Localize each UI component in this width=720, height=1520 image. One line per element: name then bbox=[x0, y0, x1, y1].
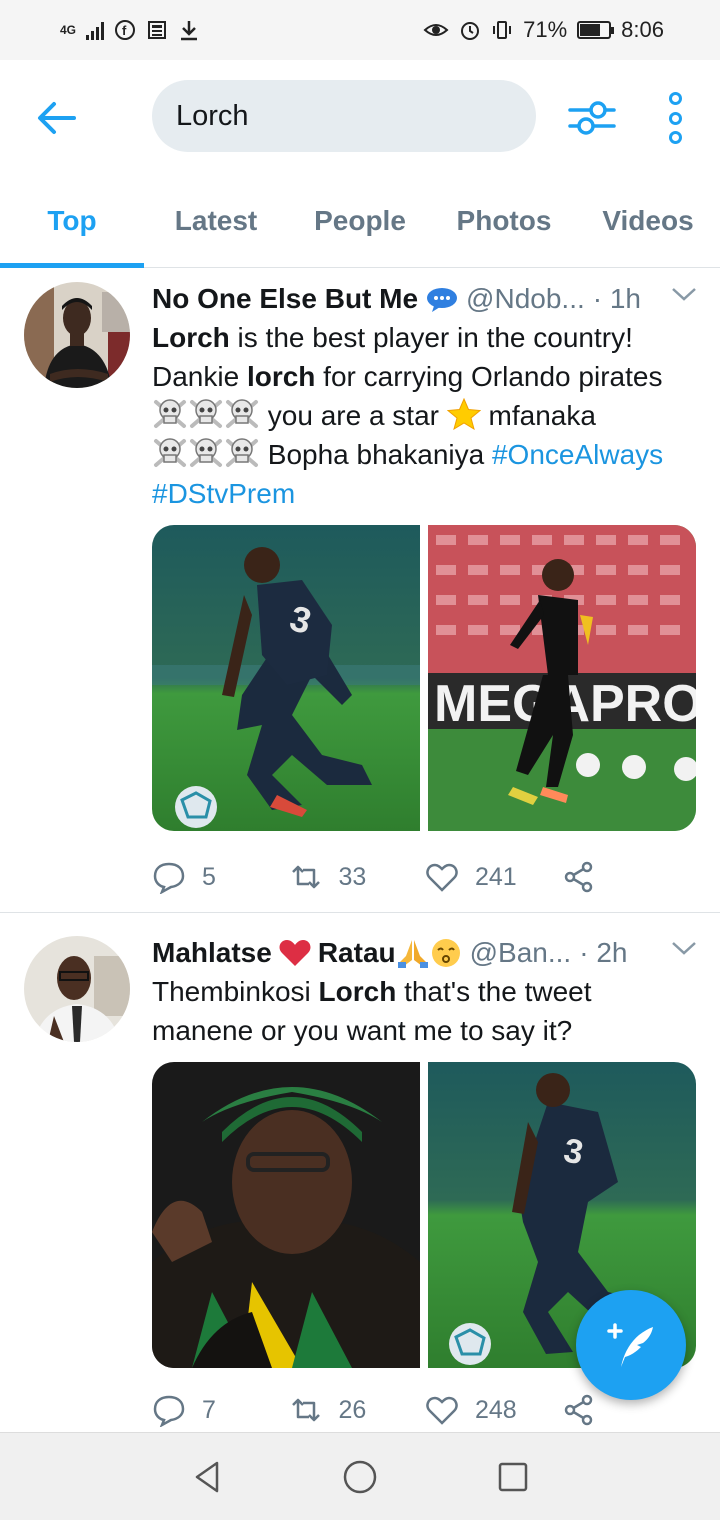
tab-photos[interactable]: Photos bbox=[432, 175, 576, 267]
reply-count: 7 bbox=[202, 1395, 216, 1424]
retweet-button[interactable]: 33 bbox=[289, 860, 426, 894]
download-icon bbox=[181, 21, 198, 41]
clock: 8:06 bbox=[621, 17, 664, 42]
skull-crossbones-emoji-icon bbox=[152, 399, 260, 431]
tweet-header: No One Else But Me @Ndob... · 1h bbox=[152, 282, 698, 316]
photo-player-training[interactable]: MEGAPRO bbox=[428, 525, 696, 831]
retweet-count: 33 bbox=[338, 862, 367, 891]
more-options-icon[interactable] bbox=[660, 92, 690, 144]
heart-icon bbox=[426, 1396, 458, 1425]
tab-people[interactable]: People bbox=[288, 175, 432, 267]
tweet-actions: 5 33 241 bbox=[152, 859, 698, 895]
hashtag-link[interactable]: #OnceAlways bbox=[492, 439, 663, 470]
text-segment: mfanaka bbox=[480, 400, 596, 431]
vibrate-icon bbox=[493, 21, 512, 39]
battery-icon bbox=[577, 21, 615, 39]
like-count: 248 bbox=[475, 1395, 517, 1424]
tab-videos[interactable]: Videos bbox=[576, 175, 720, 267]
reply-button[interactable]: 5 bbox=[152, 860, 289, 894]
text-segment: Bopha bhakaniya bbox=[260, 439, 492, 470]
tweet-text: Lorch is the best player in the country!… bbox=[152, 318, 698, 513]
eye-comfort-icon bbox=[423, 24, 449, 36]
search-header: Lorch bbox=[0, 60, 720, 175]
photo-man-in-cap[interactable] bbox=[152, 1062, 420, 1368]
network-type: 4G bbox=[60, 22, 77, 37]
share-icon bbox=[564, 1394, 592, 1426]
skull-crossbones-emoji-icon bbox=[152, 438, 260, 470]
back-arrow-icon[interactable] bbox=[34, 96, 78, 140]
display-name-continued[interactable]: Ratau bbox=[318, 937, 396, 969]
nav-back-icon[interactable] bbox=[189, 1459, 225, 1495]
text-segment: you are a star bbox=[260, 400, 447, 431]
avatar[interactable] bbox=[24, 936, 130, 1042]
status-bar: 4G f 71% 8:06 bbox=[0, 0, 720, 60]
text-segment: manene or you want me to say it? bbox=[152, 1015, 573, 1046]
timestamp: · 2h bbox=[579, 937, 628, 968]
signal-icon bbox=[86, 20, 105, 40]
news-notification-icon bbox=[148, 21, 167, 39]
folded-hands-emoji-icon bbox=[397, 940, 428, 968]
search-filter-icon[interactable] bbox=[568, 94, 616, 142]
like-button[interactable]: 241 bbox=[425, 860, 562, 894]
display-name[interactable]: No One Else But Me bbox=[152, 283, 418, 315]
retweet-count: 26 bbox=[338, 1395, 367, 1424]
kissing-face-emoji-icon bbox=[431, 939, 460, 967]
text-segment: that's the tweet bbox=[396, 976, 592, 1007]
tab-top[interactable]: Top bbox=[0, 175, 144, 268]
tweet-text: Thembinkosi Lorch that's the tweet manen… bbox=[152, 972, 698, 1050]
speech-bubble-emoji-icon bbox=[427, 288, 458, 312]
share-icon bbox=[564, 861, 592, 893]
reply-icon bbox=[153, 862, 185, 894]
compose-tweet-button[interactable] bbox=[576, 1290, 686, 1400]
alarm-icon bbox=[461, 22, 480, 40]
retweet-button[interactable]: 26 bbox=[289, 1393, 426, 1427]
chevron-down-icon[interactable] bbox=[670, 284, 698, 304]
like-count: 241 bbox=[475, 862, 517, 891]
red-heart-emoji-icon bbox=[279, 940, 311, 966]
reply-icon bbox=[153, 1395, 185, 1427]
photo-player-dribbling[interactable]: 3 bbox=[152, 525, 420, 831]
star-emoji-icon bbox=[446, 398, 481, 431]
nav-home-icon[interactable] bbox=[342, 1459, 378, 1495]
share-button[interactable] bbox=[562, 860, 699, 894]
search-tabs: Top Latest People Photos Videos bbox=[0, 175, 720, 268]
highlight-term: Lorch bbox=[152, 322, 230, 353]
media-grid: 3 bbox=[152, 525, 696, 831]
retweet-icon bbox=[291, 865, 320, 889]
search-input[interactable]: Lorch bbox=[152, 80, 536, 152]
handle[interactable]: @Ban... bbox=[470, 937, 572, 969]
text-segment: is the best player in the country! bbox=[229, 322, 633, 353]
chevron-down-icon[interactable] bbox=[670, 938, 698, 958]
display-name[interactable]: Mahlatse bbox=[152, 937, 272, 969]
reply-button[interactable]: 7 bbox=[152, 1393, 289, 1427]
nav-recents-icon[interactable] bbox=[495, 1459, 531, 1495]
heart-icon bbox=[426, 863, 458, 892]
system-navigation-bar bbox=[0, 1432, 720, 1520]
retweet-icon bbox=[291, 1398, 320, 1422]
highlight-term: lorch bbox=[246, 361, 316, 392]
highlight-term: Lorch bbox=[318, 976, 397, 1007]
tweet-header: Mahlatse Ratau @Ban... · 2h bbox=[152, 936, 698, 970]
svg-text:f: f bbox=[122, 23, 127, 38]
battery-percent: 71% bbox=[523, 17, 568, 42]
facebook-notification-icon: f bbox=[115, 20, 136, 40]
timestamp: · 1h bbox=[592, 283, 641, 314]
text-segment: Dankie bbox=[152, 361, 247, 392]
compose-feather-icon bbox=[607, 1323, 653, 1367]
tab-latest[interactable]: Latest bbox=[144, 175, 288, 267]
text-segment: Thembinkosi bbox=[152, 976, 319, 1007]
avatar[interactable] bbox=[24, 282, 130, 388]
text-segment: for carrying Orlando pirates bbox=[315, 361, 663, 392]
hashtag-link[interactable]: #DStvPrem bbox=[152, 478, 295, 509]
tweet[interactable]: No One Else But Me @Ndob... · 1h Lorch i… bbox=[0, 268, 720, 913]
like-button[interactable]: 248 bbox=[425, 1393, 562, 1427]
reply-count: 5 bbox=[202, 862, 216, 891]
handle[interactable]: @Ndob... bbox=[466, 283, 585, 315]
